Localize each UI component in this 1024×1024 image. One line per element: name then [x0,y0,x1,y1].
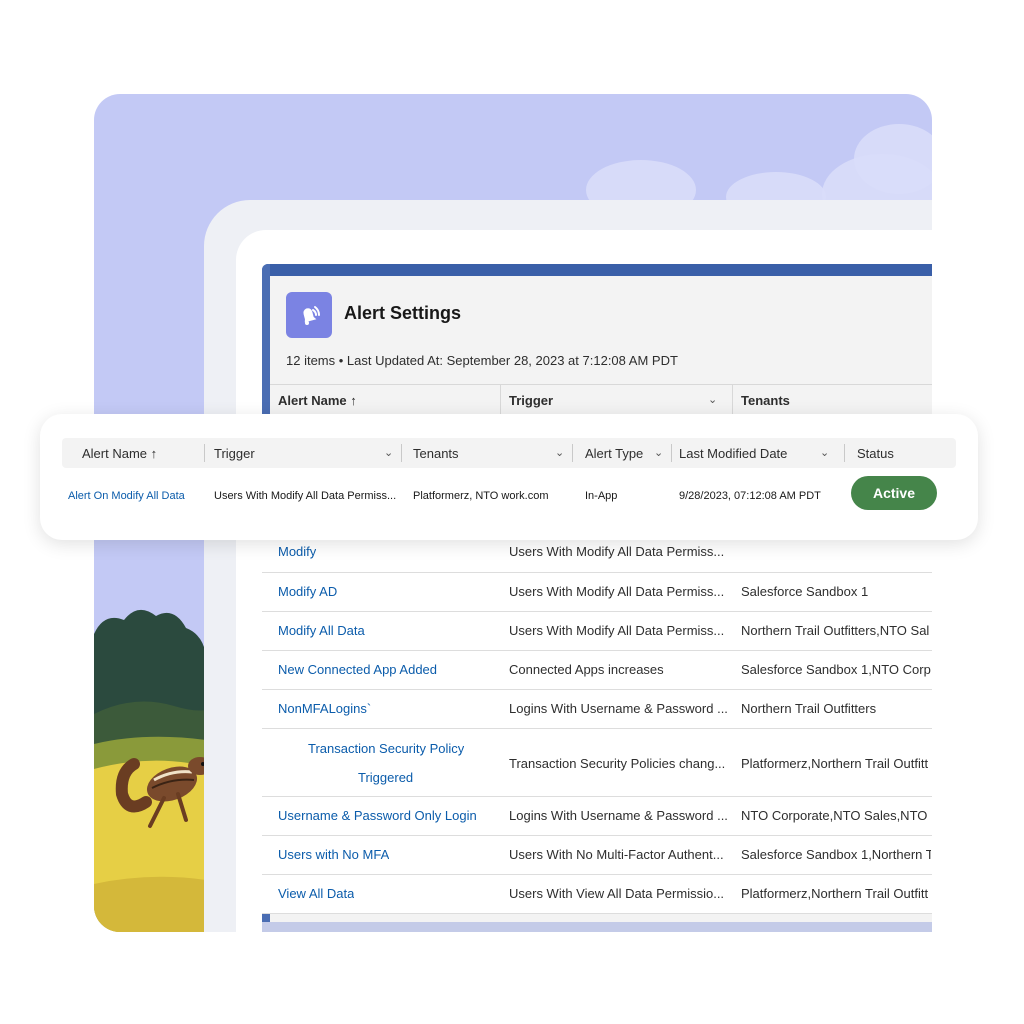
column-divider [401,444,402,462]
page-title: Alert Settings [344,303,462,323]
bell-ringing-icon [286,292,332,338]
alert-name-link[interactable]: New Connected App Added [278,662,437,677]
chevron-down-icon[interactable]: ⌄ [654,446,663,459]
trigger-cell: Users With Modify All Data Permiss... [509,544,725,559]
trigger-cell: Users With No Multi-Factor Authent... [509,847,724,862]
table-row[interactable]: New Connected App Added Connected Apps i… [262,651,932,690]
column-divider [844,444,845,462]
column-header-last-modified-date[interactable]: Last Modified Date [679,438,787,468]
alert-name-link[interactable]: Triggered [358,770,413,785]
alert-name-link[interactable]: NonMFALogins` [278,701,371,716]
tenants-cell: Salesforce Sandbox 1,NTO Corpo [741,662,931,677]
chevron-down-icon[interactable]: ⌄ [555,446,564,459]
tenants-cell: Northern Trail Outfitters,NTO Sal [741,623,930,638]
trigger-cell: Users With View All Data Permissio... [509,886,725,901]
status-badge: Active [851,476,937,510]
chevron-down-icon[interactable]: ⌄ [708,393,717,406]
panel-top-edge [262,264,932,276]
tenants-cell: Platformerz,Northern Trail Outfitt [741,886,929,901]
alert-name-link[interactable]: View All Data [278,886,354,901]
table-row[interactable]: Username & Password Only Login Logins Wi… [262,797,932,836]
alert-name-link[interactable]: Transaction Security Policy [308,741,464,756]
alert-name-link[interactable]: Modify [278,544,316,559]
column-header-trigger[interactable]: Trigger [501,385,732,416]
tenants-cell: Platformerz,Northern Trail Outfitt [741,756,929,771]
trigger-cell: Logins With Username & Password ... [509,701,728,716]
column-divider [204,444,205,462]
column-header-alert-type[interactable]: Alert Type [585,438,643,468]
table-row[interactable]: Transaction Security Policy Triggered Tr… [262,729,932,797]
tenants-cell: Platformerz, NTO work.com [413,490,549,502]
tenants-cell: Salesforce Sandbox 1,Northern Tr [741,847,931,862]
trigger-cell: Users With Modify All Data Permiss... [214,490,397,502]
column-header-status[interactable]: Status [857,438,894,468]
forest-scene-illustration [94,594,206,932]
highlighted-alert-card: Alert Name ↑ Trigger ⌄ Tenants ⌄ Alert T… [40,414,978,540]
table-row[interactable]: View All Data Users With View All Data P… [262,875,932,914]
trigger-cell: Users With Modify All Data Permiss... [509,584,725,599]
column-divider [671,444,672,462]
trigger-cell: Connected Apps increases [509,662,664,677]
alert-settings-panel: Alert Settings 12 items • Last Updated A… [262,264,932,932]
chevron-down-icon[interactable]: ⌄ [384,446,393,459]
trigger-cell: Logins With Username & Password ... [509,808,728,823]
table-header: Alert Name ↑ Trigger ⌄ Tenants [270,384,932,416]
alert-name-link[interactable]: Username & Password Only Login [278,808,477,823]
table-row[interactable]: Users with No MFA Users With No Multi-Fa… [262,836,932,875]
table-row[interactable]: Modify AD Users With Modify All Data Per… [262,573,932,612]
column-header-alert-name[interactable]: Alert Name ↑ [270,385,500,416]
column-header-trigger[interactable]: Trigger [214,438,255,468]
alert-type-cell: In-App [585,490,618,502]
panel-bottom-edge [262,922,932,932]
table-row[interactable]: Modify All Data Users With Modify All Da… [262,612,932,651]
chevron-down-icon[interactable]: ⌄ [820,446,829,459]
tenants-cell: NTO Corporate,NTO Sales,NTO M [741,808,931,823]
trigger-cell: Transaction Security Policies chang... [509,756,726,771]
column-header-tenants[interactable]: Tenants [413,438,459,468]
last-modified-cell: 9/28/2023, 07:12:08 AM PDT [679,490,821,502]
alert-name-link[interactable]: Modify AD [278,584,337,599]
table-row[interactable]: NonMFALogins` Logins With Username & Pas… [262,690,932,729]
alert-name-link[interactable]: Alert On Modify All Data [68,490,185,502]
column-header-tenants[interactable]: Tenants [733,385,932,416]
page-subtitle: 12 items • Last Updated At: September 28… [286,353,678,368]
tenants-cell: Salesforce Sandbox 1 [741,584,869,599]
trigger-cell: Users With Modify All Data Permiss... [509,623,725,638]
highlight-table-header: Alert Name ↑ Trigger ⌄ Tenants ⌄ Alert T… [62,438,956,468]
tenants-cell: Northern Trail Outfitters [741,701,877,716]
column-divider [572,444,573,462]
alert-name-link[interactable]: Users with No MFA [278,847,389,862]
alert-name-link[interactable]: Modify All Data [278,623,365,638]
column-header-alert-name[interactable]: Alert Name ↑ [82,438,157,468]
